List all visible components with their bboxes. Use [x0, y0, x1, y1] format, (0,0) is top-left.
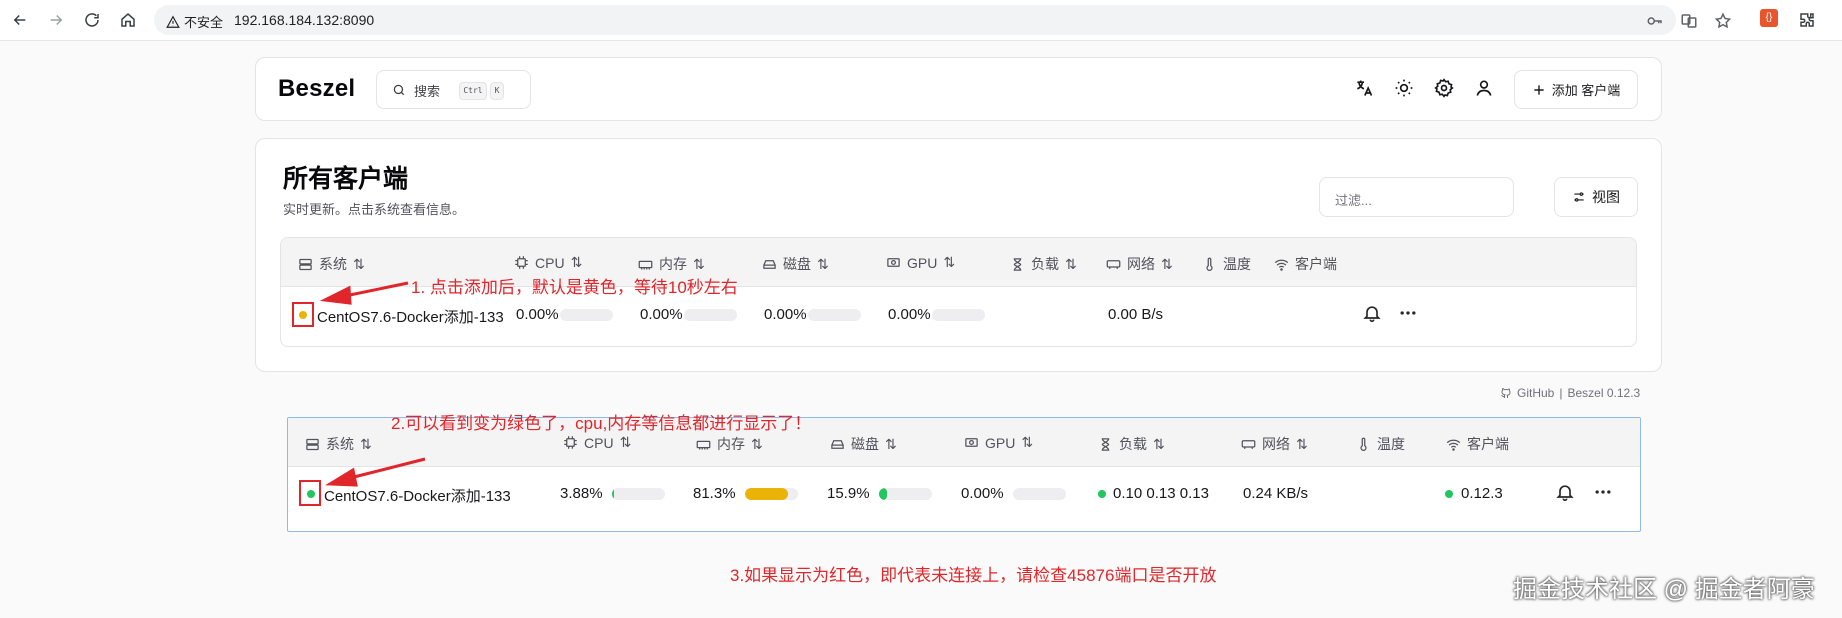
arrow-2: [324, 457, 426, 487]
annotation-2: 2.可以看到变为绿色了，cpu,内存等信息都进行显示了！: [391, 414, 812, 433]
arrow-1: [319, 281, 409, 305]
watermark: 掘金技术社区 @ 掘金者阿豪: [1513, 576, 1815, 603]
annotation-3: 3.如果显示为红色，即代表未连接上，请检查45876端口是否开放: [730, 566, 1217, 585]
annotation-1: 1. 点击添加后，默认是黄色，等待10秒左右: [411, 278, 738, 297]
annotation-arrows: [319, 281, 426, 487]
